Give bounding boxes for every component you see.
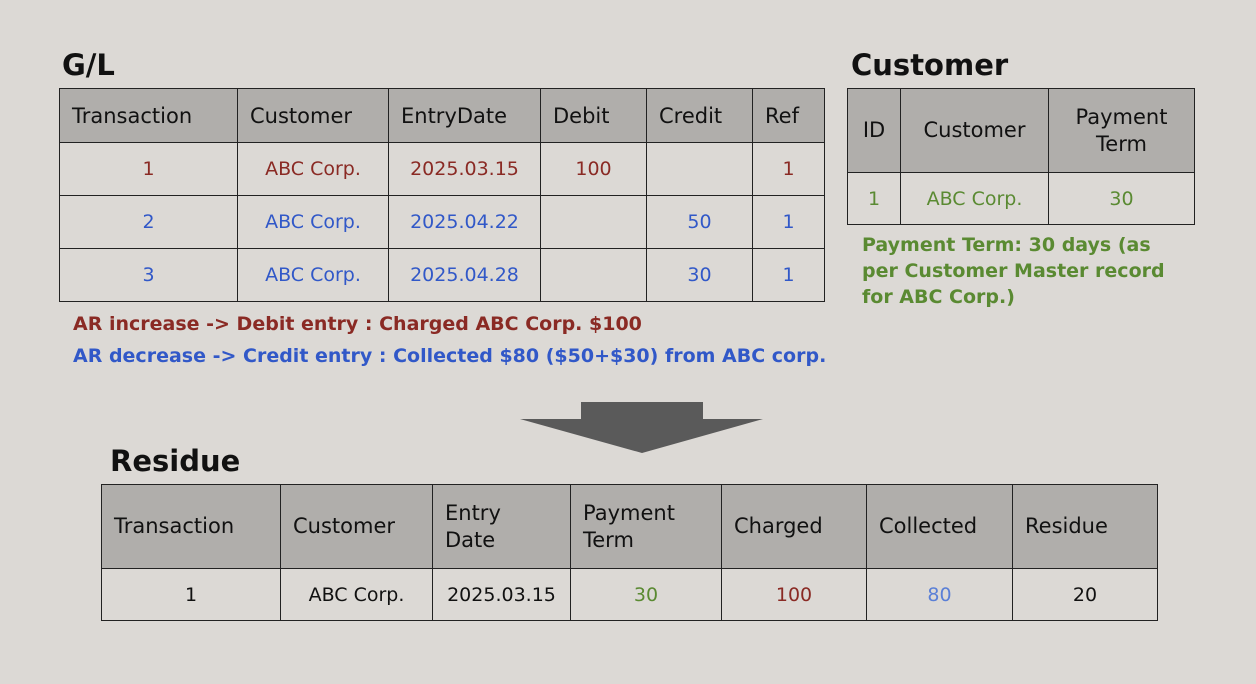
customer-cell-customer: ABC Corp. (900, 172, 1049, 225)
gl-header-transaction: Transaction (59, 88, 238, 143)
residue-cell-collected: 80 (866, 568, 1013, 621)
payment-term-note: Payment Term: 30 days (as per Customer M… (862, 234, 1165, 308)
residue-table: Transaction Customer Entry Date Payment … (101, 484, 1158, 621)
residue-header-entry-date: Entry Date (432, 484, 571, 569)
gl-header-customer: Customer (237, 88, 389, 143)
residue-row: 1 ABC Corp. 2025.03.15 30 100 80 20 (101, 568, 1158, 621)
customer-cell-payment-term: 30 (1048, 172, 1195, 225)
gl-cell-entry-date: 2025.04.22 (388, 195, 541, 249)
gl-cell-debit (540, 195, 647, 249)
residue-header-residue: Residue (1012, 484, 1158, 569)
residue-cell-payment-term: 30 (570, 568, 722, 621)
residue-header-transaction: Transaction (101, 484, 281, 569)
residue-header-payment-term: Payment Term (570, 484, 722, 569)
customer-cell-id: 1 (847, 172, 901, 225)
gl-cell-credit: 50 (646, 195, 753, 249)
gl-cell-debit (540, 248, 647, 302)
residue-cell-residue: 20 (1012, 568, 1158, 621)
residue-cell-charged: 100 (721, 568, 867, 621)
gl-row: 3 ABC Corp. 2025.04.28 30 1 (59, 248, 825, 302)
gl-cell-customer: ABC Corp. (237, 248, 389, 302)
gl-table: Transaction Customer EntryDate Debit Cre… (59, 88, 825, 302)
gl-cell-entry-date: 2025.03.15 (388, 142, 541, 196)
residue-header-charged: Charged (721, 484, 867, 569)
gl-title: G/L (62, 48, 115, 82)
gl-row: 1 ABC Corp. 2025.03.15 100 1 (59, 142, 825, 196)
customer-header-customer: Customer (900, 88, 1049, 173)
gl-cell-ref: 1 (752, 142, 825, 196)
gl-cell-debit: 100 (540, 142, 647, 196)
residue-header-row: Transaction Customer Entry Date Payment … (101, 484, 1158, 569)
gl-header-ref: Ref (752, 88, 825, 143)
gl-header-debit: Debit (540, 88, 647, 143)
gl-cell-entry-date: 2025.04.28 (388, 248, 541, 302)
residue-cell-customer: ABC Corp. (280, 568, 433, 621)
customer-header-row: ID Customer Payment Term (847, 88, 1195, 173)
gl-cell-transaction: 3 (59, 248, 238, 302)
customer-header-id: ID (847, 88, 901, 173)
gl-cell-transaction: 1 (59, 142, 238, 196)
customer-table: ID Customer Payment Term 1 ABC Corp. 30 (847, 88, 1195, 225)
down-arrow-icon (520, 402, 763, 453)
residue-header-collected: Collected (866, 484, 1013, 569)
residue-cell-entry-date: 2025.03.15 (432, 568, 571, 621)
gl-cell-ref: 1 (752, 248, 825, 302)
residue-title: Residue (110, 444, 241, 478)
ar-decrease-note: AR decrease -> Credit entry : Collected … (73, 345, 827, 367)
customer-title: Customer (851, 48, 1009, 82)
gl-header-credit: Credit (646, 88, 753, 143)
gl-cell-ref: 1 (752, 195, 825, 249)
residue-header-customer: Customer (280, 484, 433, 569)
gl-cell-customer: ABC Corp. (237, 142, 389, 196)
gl-cell-customer: ABC Corp. (237, 195, 389, 249)
customer-header-payment-term: Payment Term (1048, 88, 1195, 173)
gl-cell-credit: 30 (646, 248, 753, 302)
gl-cell-credit (646, 142, 753, 196)
residue-cell-transaction: 1 (101, 568, 281, 621)
gl-header-row: Transaction Customer EntryDate Debit Cre… (59, 88, 825, 143)
customer-row: 1 ABC Corp. 30 (847, 172, 1195, 225)
gl-row: 2 ABC Corp. 2025.04.22 50 1 (59, 195, 825, 249)
gl-header-entry-date: EntryDate (388, 88, 541, 143)
gl-cell-transaction: 2 (59, 195, 238, 249)
ar-increase-note: AR increase -> Debit entry : Charged ABC… (73, 313, 642, 335)
